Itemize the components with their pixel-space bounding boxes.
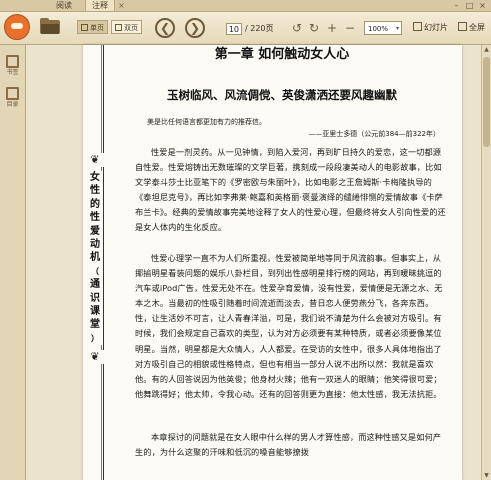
reader-app: 阅读 注释 × – □ × 单页 双页 ❮ ❯ 10 / 220页 ↺ ↻ + … xyxy=(0,0,491,480)
tab-strip: 阅读 注释 × – □ × xyxy=(0,0,491,12)
scrollbar-thumb[interactable] xyxy=(483,57,490,147)
scroll-up-icon[interactable]: ▲ xyxy=(482,45,491,54)
section-title: 玉树临风、风流倜傥、英俊潇洒还要风趣幽默 xyxy=(167,88,397,102)
vertical-title-char: 识 xyxy=(90,292,100,304)
vertical-title-char: 爱 xyxy=(90,225,100,237)
single-page-button[interactable]: 单页 xyxy=(77,20,108,34)
flourish-ornament-top: ❦ xyxy=(85,153,105,167)
paragraph-text: 性爱心理学一直不为人们所重视，性爱被简单地等同于风流韵事。但事实上，从揶揄明星看… xyxy=(135,253,443,399)
double-page-icon xyxy=(115,24,122,31)
prev-page-button[interactable]: ❮ xyxy=(155,18,175,38)
scroll-down-icon[interactable]: ▼ xyxy=(482,471,491,480)
book-page: ❦ 女 性 的 性 爱 动 机 （ 通 识 课 堂 ） ❦ 第一章 如何触动女人… xyxy=(83,45,462,480)
sidebar-item-label: 目录 xyxy=(6,101,19,108)
toolbar: 单页 双页 ❮ ❯ 10 / 220页 ↺ ↻ + − 100% ▾ 幻灯片 全… xyxy=(0,12,491,45)
fullscreen-label: 全屏 xyxy=(469,23,485,32)
zoom-out-icon[interactable]: − xyxy=(343,21,357,35)
window-controls: – □ × xyxy=(451,0,488,11)
fullscreen-button[interactable]: 全屏 xyxy=(458,21,485,35)
app-logo-icon[interactable] xyxy=(4,14,30,40)
single-page-label: 单页 xyxy=(90,24,104,32)
next-page-button[interactable]: ❯ xyxy=(185,18,205,38)
flourish-ornament-bottom: ❦ xyxy=(85,350,105,364)
zoom-in-icon[interactable]: + xyxy=(325,21,339,35)
vertical-title-char: 性 xyxy=(90,185,100,197)
rotate-left-icon[interactable]: ↺ xyxy=(290,21,304,35)
reading-area[interactable]: ❦ 女 性 的 性 爱 动 机 （ 通 识 课 堂 ） ❦ 第一章 如何触动女人… xyxy=(26,45,491,480)
zoom-select[interactable]: 100% ▾ xyxy=(364,21,402,35)
tab-read[interactable]: 阅读 xyxy=(50,0,78,11)
vertical-title-char: 通 xyxy=(90,279,100,291)
vertical-title-char: 堂 xyxy=(90,319,100,331)
minimize-icon[interactable]: – xyxy=(451,0,462,11)
tab-notes[interactable]: 注释 xyxy=(85,0,115,11)
sidebar-item-toc[interactable]: 目录 xyxy=(2,87,23,109)
bookmark-icon xyxy=(6,55,19,68)
paragraph-text: 本章探讨的问题就是在女人眼中什么样的男人才算性感，而这种性感又是如何产生的，为什… xyxy=(135,432,442,458)
sidebar-item-label: 书签 xyxy=(6,69,19,76)
close-window-icon[interactable]: × xyxy=(477,0,488,11)
maximize-icon[interactable]: □ xyxy=(464,0,475,11)
tab-close-icon[interactable]: × xyxy=(117,1,126,10)
page-total: / 220页 xyxy=(245,24,274,33)
vertical-title-char: 动 xyxy=(90,239,100,251)
vertical-book-title: 女 性 的 性 爱 动 机 （ 通 识 课 堂 ） xyxy=(87,171,103,346)
chapter-title: 第一章 如何触动女人心 xyxy=(214,47,350,62)
sidebar-item-bookmarks[interactable]: 书签 xyxy=(2,55,23,77)
vertical-title-char: ） xyxy=(91,332,99,343)
paragraph-text: 性爱是一剂灵药。从一见钟情，到陷入爱河，再到旷日持久的爱恋，这一切都源自性爱。性… xyxy=(135,147,446,233)
epigraph-attribution: ——亚里士多德（公元前384—前322年） xyxy=(308,130,440,138)
slideshow-button[interactable]: 幻灯片 xyxy=(413,21,448,35)
vertical-title-char: 机 xyxy=(90,252,100,264)
slideshow-label: 幻灯片 xyxy=(424,23,448,32)
toc-icon xyxy=(6,87,19,100)
fullscreen-icon xyxy=(458,22,467,31)
vertical-title-char: 的 xyxy=(90,198,100,210)
vertical-title-char: 性 xyxy=(90,212,100,224)
paragraph: 性爱是一剂灵药。从一见钟情，到陷入爱河，再到旷日持久的爱恋，这一切都源自性爱。性… xyxy=(135,145,447,236)
vertical-title-char: （ xyxy=(91,265,99,276)
zoom-value: 100% xyxy=(368,25,389,33)
single-page-icon xyxy=(81,24,88,31)
chevron-down-icon: ▾ xyxy=(395,25,399,32)
epigraph-quote: 美是比任何语言都更加有力的推荐信。 xyxy=(147,118,266,126)
page-number-input[interactable]: 10 xyxy=(226,23,242,35)
vertical-scrollbar[interactable]: ▲ ▼ xyxy=(481,45,491,480)
rotate-right-icon[interactable]: ↻ xyxy=(307,21,321,35)
paragraph: 本章探讨的问题就是在女人眼中什么样的男人才算性感，而这种性感又是如何产生的，为什… xyxy=(135,430,447,460)
double-page-button[interactable]: 双页 xyxy=(111,20,142,34)
left-sidebar: 书签 目录 xyxy=(0,45,26,480)
open-folder-icon[interactable] xyxy=(40,18,60,34)
double-page-label: 双页 xyxy=(124,24,138,32)
vertical-title-char: 课 xyxy=(90,306,100,318)
paragraph: 性爱心理学一直不为人们所重视，性爱被简单地等同于风流韵事。但事实上，从揶揄明星看… xyxy=(135,251,447,402)
vertical-title-char: 女 xyxy=(90,172,100,183)
slideshow-icon xyxy=(413,22,422,31)
